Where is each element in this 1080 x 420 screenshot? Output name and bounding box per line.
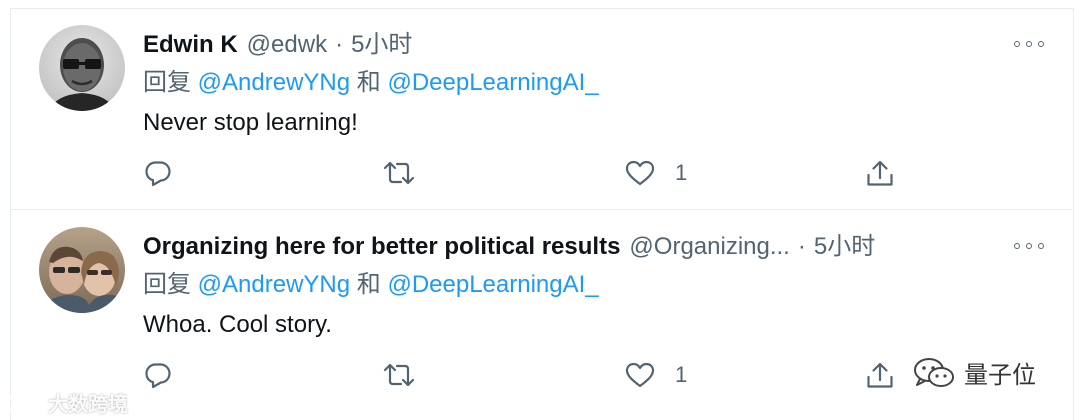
tweet-header: Edwin K @edwk · 5小时 xyxy=(143,28,412,62)
share-button[interactable] xyxy=(865,358,895,392)
reply-context: 回复 @AndrewYNg 和 @DeepLearningAI_ xyxy=(143,66,599,100)
watermark-right: 量子位 xyxy=(912,355,1036,390)
tweet-text: Whoa. Cool story. xyxy=(143,311,332,338)
tweet-reply[interactable]: Edwin K @edwk · 5小时 回复 @AndrewYNg 和 @Dee… xyxy=(10,8,1072,208)
tweet-time[interactable]: 5小时 xyxy=(814,230,875,264)
mention-link[interactable]: @DeepLearningAI_ xyxy=(387,271,598,298)
reply-button[interactable] xyxy=(144,156,172,190)
reply-prefix: 回复 xyxy=(143,271,191,298)
reply-prefix: 回复 xyxy=(143,69,191,96)
mention-link[interactable]: @DeepLearningAI_ xyxy=(387,69,598,96)
retweet-button[interactable] xyxy=(383,156,415,190)
tweet-time[interactable]: 5小时 xyxy=(351,28,412,62)
reply-context: 回复 @AndrewYNg 和 @DeepLearningAI_ xyxy=(143,268,599,302)
separator-dot: · xyxy=(335,31,344,58)
reply-joiner: 和 xyxy=(350,69,388,96)
user-avatar[interactable] xyxy=(39,25,125,111)
mention-link[interactable]: @AndrewYNg xyxy=(198,271,350,298)
tweet-header: Organizing here for better political res… xyxy=(143,230,875,264)
watermark-left: 大数跨境 xyxy=(6,388,128,417)
reply-button[interactable] xyxy=(144,358,172,392)
author-handle[interactable]: @Organizing... xyxy=(629,230,789,264)
heart-icon xyxy=(625,160,655,186)
more-options-icon[interactable] xyxy=(1014,236,1044,256)
retweet-button[interactable] xyxy=(383,358,415,392)
reply-joiner: 和 xyxy=(350,271,388,298)
mention-link[interactable]: @AndrewYNg xyxy=(198,69,350,96)
reply-icon xyxy=(145,161,171,187)
reply-icon xyxy=(145,363,171,389)
like-button[interactable]: 1 xyxy=(625,358,687,392)
wechat-icon xyxy=(914,357,954,387)
author-handle[interactable]: @edwk xyxy=(247,28,327,62)
watermark-logo-icon xyxy=(6,393,47,412)
author-name[interactable]: Edwin K xyxy=(143,28,238,62)
watermark-left-text: 大数跨境 xyxy=(48,394,128,416)
share-icon xyxy=(867,160,893,186)
share-button[interactable] xyxy=(865,156,895,190)
tweet-text: Never stop learning! xyxy=(143,109,358,136)
like-button[interactable]: 1 xyxy=(625,156,687,190)
like-count: 1 xyxy=(675,160,688,185)
like-count: 1 xyxy=(675,362,688,387)
more-options-icon[interactable] xyxy=(1014,34,1044,54)
author-name[interactable]: Organizing here for better political res… xyxy=(143,230,620,264)
retweet-icon xyxy=(383,161,415,185)
share-icon xyxy=(867,362,893,388)
watermark-right-text: 量子位 xyxy=(964,362,1036,389)
heart-icon xyxy=(625,362,655,388)
retweet-icon xyxy=(383,363,415,387)
user-avatar[interactable] xyxy=(39,227,125,313)
avatar-couple-selfie-icon xyxy=(39,227,125,313)
separator-dot: · xyxy=(797,233,806,260)
avatar-man-glasses-icon xyxy=(39,25,125,111)
